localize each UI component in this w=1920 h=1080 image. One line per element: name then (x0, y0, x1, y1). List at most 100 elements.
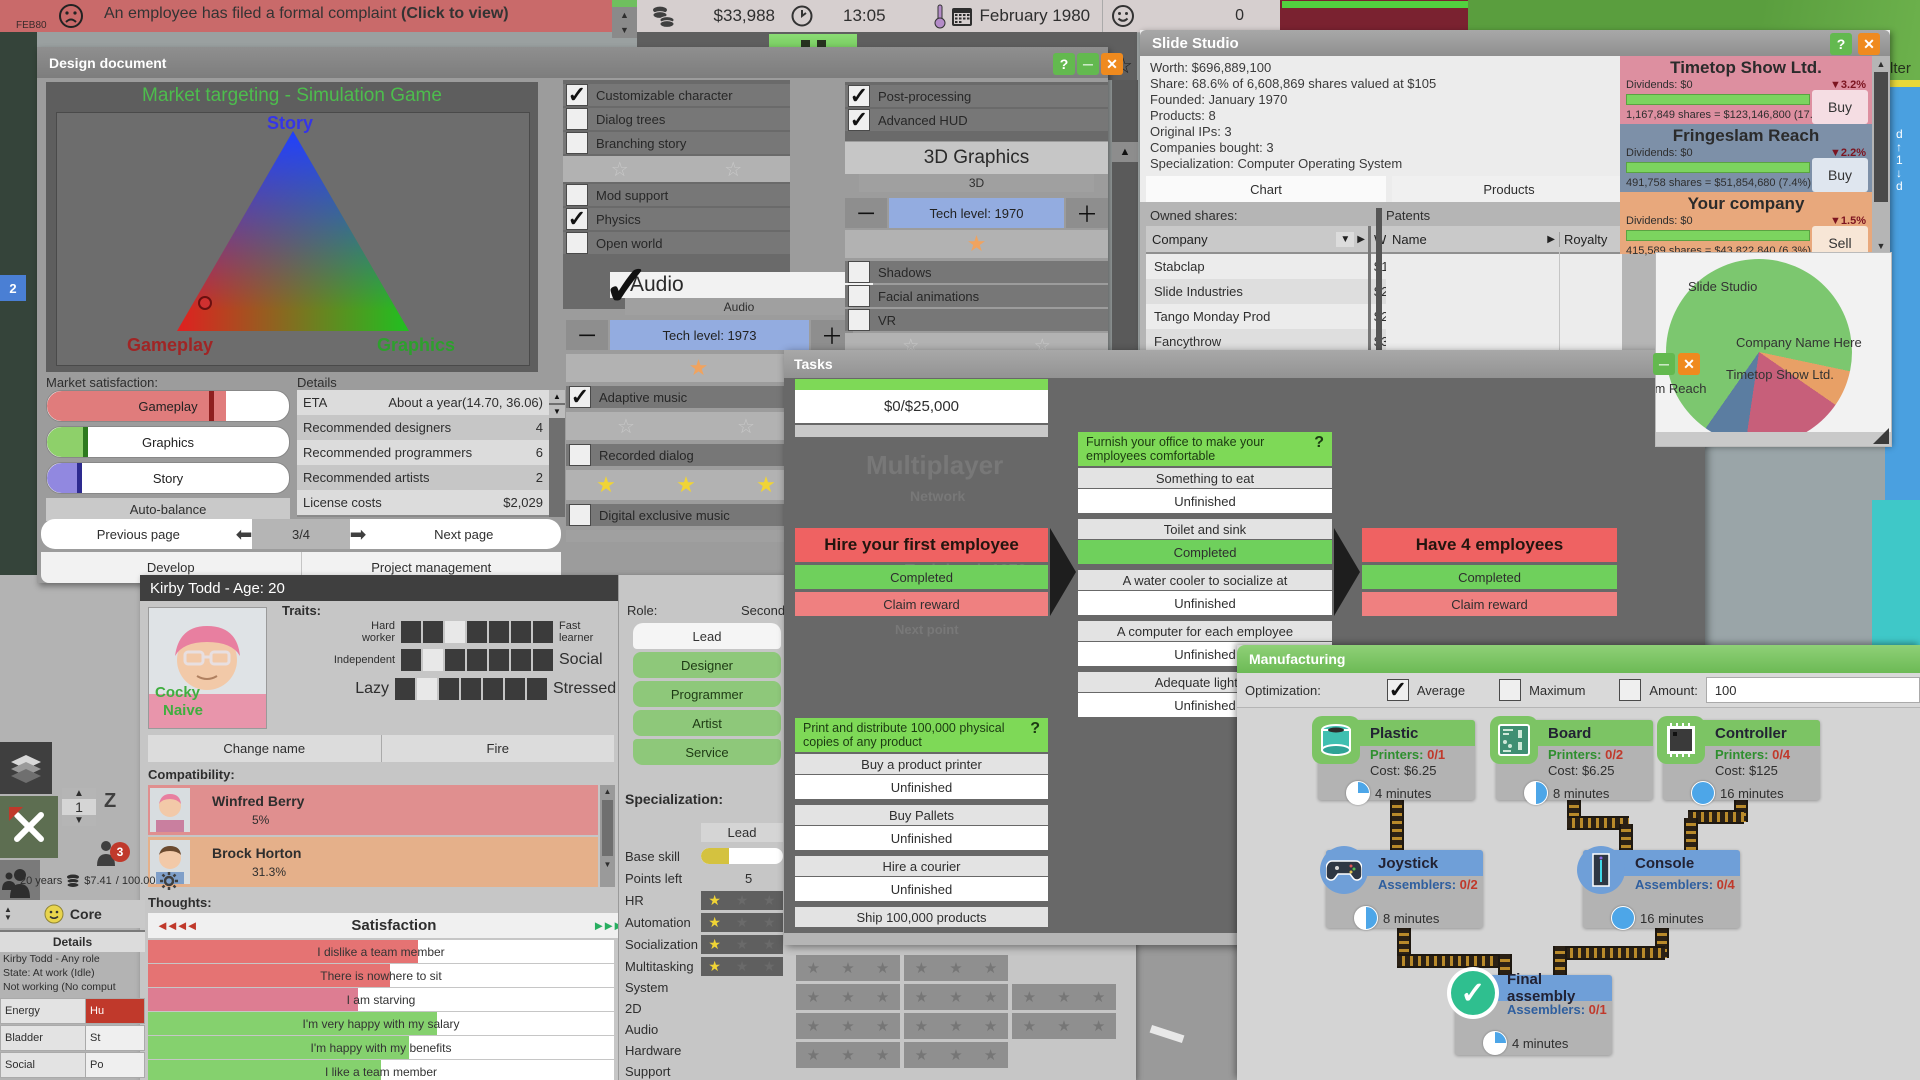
feature-item[interactable]: ✓Advanced HUD (845, 109, 1108, 131)
role-button-artist[interactable]: Artist (633, 710, 781, 736)
build-button[interactable] (0, 796, 58, 858)
trait-dot (511, 649, 531, 671)
g3d-item[interactable]: VR (845, 309, 1108, 331)
share-row[interactable]: Stabclap (1146, 254, 1368, 279)
feature-item[interactable]: ✓Customizable character (563, 84, 790, 106)
feature-item[interactable]: Dialog trees (563, 108, 790, 130)
role-button-service[interactable]: Service (633, 739, 781, 765)
tab-products[interactable]: Products (1392, 176, 1626, 202)
spec-column-header[interactable]: Lead (701, 823, 783, 842)
core-row[interactable]: ▲▼ Core (0, 900, 145, 928)
tab-chart[interactable]: Chart (1146, 176, 1386, 202)
panel-splitter[interactable] (1376, 208, 1382, 368)
node-console[interactable]: Console Assemblers: 0/4 16 minutes (1583, 850, 1740, 928)
node-joystick[interactable]: Joystick Assemblers: 0/2 8 minutes (1326, 850, 1483, 928)
scroll-down-icon[interactable]: ▼ (612, 22, 637, 37)
change-name-button[interactable]: Change name (148, 735, 382, 762)
design-doc-scrollbar[interactable]: ▲ (1112, 80, 1138, 350)
notification-scrollbar[interactable]: ▲ ▼ (612, 0, 637, 38)
market-triangle[interactable] (57, 113, 529, 365)
scroll-up-icon[interactable]: ▲ (612, 7, 637, 22)
tasks-titlebar[interactable]: Tasks (784, 350, 1705, 378)
manufacturing-titlebar[interactable]: Manufacturing (1237, 645, 1920, 673)
role-button-lead[interactable]: Lead (633, 623, 781, 649)
feature-item[interactable]: Open world (563, 232, 790, 254)
arrow-right-icon[interactable]: ➡ (350, 522, 367, 547)
stocks-scrollbar[interactable]: ▲ ▼ (1872, 56, 1890, 254)
next-page-button[interactable]: Next page (366, 527, 561, 542)
slide-studio-titlebar[interactable]: Slide Studio ? ✕ (1140, 30, 1890, 56)
node-board[interactable]: Board Printers: 0/2 Cost: $6.25 8 minute… (1496, 720, 1653, 800)
close-button[interactable]: ✕ (1101, 53, 1123, 75)
node-final-assembly[interactable]: Final assembly ✓ Assemblers: 0/1 4 minut… (1455, 975, 1612, 1055)
g3d-item[interactable]: Shadows (845, 261, 1108, 283)
checkbox-average-checked[interactable]: ✓ (1387, 679, 1409, 701)
gear-icon[interactable] (160, 872, 178, 890)
audio-tab[interactable]: Audio (625, 298, 853, 315)
arrow-left-icon[interactable]: ⬅ (236, 522, 253, 547)
tasks-close-button[interactable]: ✕ (1678, 353, 1700, 375)
expand-icon[interactable]: ▶ (1357, 234, 1365, 245)
checkbox-amount[interactable] (1619, 679, 1641, 701)
minimize-button[interactable]: ─ (1077, 53, 1099, 75)
share-row[interactable]: Tango Monday Prod (1146, 304, 1368, 329)
queue-stepper[interactable]: ▲ 1 ▼ (62, 788, 96, 826)
tech-plus-button[interactable]: ＋ (1066, 198, 1108, 228)
satisfaction-bar-story[interactable]: Story (46, 462, 290, 494)
help-icon[interactable]: ? (1314, 436, 1324, 450)
checkbox-maximum[interactable] (1499, 679, 1521, 701)
tech-minus-button[interactable]: ─ (845, 198, 887, 228)
amount-input[interactable]: 100 (1706, 677, 1920, 703)
fire-button[interactable]: Fire (382, 735, 615, 762)
resize-handle-icon[interactable] (1873, 428, 1889, 444)
node-controller[interactable]: Controller Printers: 0/4 Cost: $125 16 m… (1663, 720, 1820, 800)
filter-icon[interactable]: ▼ (1336, 232, 1354, 247)
audio-item[interactable]: Recorded dialog (566, 444, 809, 466)
role-button-designer[interactable]: Designer (633, 652, 781, 678)
compatibility-scrollbar[interactable]: ▲ ▼ (600, 785, 615, 887)
help-button[interactable]: ? (1830, 33, 1852, 55)
skill-stars[interactable]: ★★★ (701, 935, 783, 954)
satisfaction-bar-gameplay[interactable]: Gameplay (46, 390, 290, 422)
table-splitter[interactable] (1368, 226, 1371, 356)
market-triangle-box[interactable]: Story Gameplay Graphics (56, 112, 530, 366)
share-row[interactable]: Slide Industries (1146, 279, 1368, 304)
role-button-programmer[interactable]: Programmer (633, 681, 781, 707)
auto-balance-button[interactable]: Auto-balance (46, 498, 290, 521)
expand-icon[interactable]: ▶ (1547, 234, 1555, 245)
tech-minus-button[interactable]: ─ (566, 320, 608, 350)
feature-item[interactable]: ✓Physics (563, 208, 790, 230)
feature-item[interactable]: Mod support (563, 184, 790, 206)
complaint-badge[interactable]: 3 (96, 840, 116, 869)
g3d-item[interactable]: Facial animations (845, 285, 1108, 307)
audio-item[interactable]: Digital exclusive music (566, 504, 809, 526)
buy-button[interactable]: Buy (1812, 158, 1868, 192)
feature-item[interactable]: Branching story (563, 132, 790, 154)
skill-stars[interactable]: ★★★ (701, 891, 783, 910)
compatibility-row[interactable]: Brock Horton 31.3% (148, 837, 598, 887)
notification-bar[interactable]: An employee has filed a formal complaint… (0, 0, 637, 32)
skill-stars[interactable]: ★★★ (701, 913, 783, 932)
design-document-titlebar[interactable]: Design document ? ─ ✕ (37, 47, 1108, 78)
compatibility-row[interactable]: Winfred Berry 5% (148, 785, 598, 835)
claim-reward-button[interactable]: Claim reward (1362, 592, 1617, 616)
previous-page-button[interactable]: Previous page (41, 527, 236, 542)
close-button[interactable]: ✕ (1858, 33, 1880, 55)
feature-item[interactable]: ✓Post-processing (845, 85, 1108, 107)
bookmark-2-tag[interactable]: 2 (0, 275, 26, 301)
help-button[interactable]: ? (1053, 53, 1075, 75)
employee-titlebar[interactable]: Kirby Todd - Age: 20 (140, 575, 628, 601)
scroll-arrows[interactable]: ▲▼ (4, 906, 12, 922)
details-header[interactable]: Details (0, 930, 145, 952)
layers-button[interactable] (0, 742, 52, 794)
sleep-icon[interactable]: Z (104, 790, 116, 813)
node-plastic[interactable]: Plastic Printers: 0/1 Cost: $6.25 4 minu… (1318, 720, 1475, 800)
satisfaction-bar-graphics[interactable]: Graphics (46, 426, 290, 458)
buy-button[interactable]: Buy (1812, 90, 1868, 124)
claim-reward-button[interactable]: Claim reward (795, 592, 1048, 616)
help-icon[interactable]: ? (1030, 722, 1040, 736)
arrows-left-icon[interactable]: ◄◄◄◄ (156, 918, 195, 933)
skill-stars[interactable]: ★★★ (701, 957, 783, 976)
graphics-3d-tab[interactable]: 3D (859, 174, 1094, 192)
tasks-minimize-button[interactable]: ─ (1653, 353, 1675, 375)
